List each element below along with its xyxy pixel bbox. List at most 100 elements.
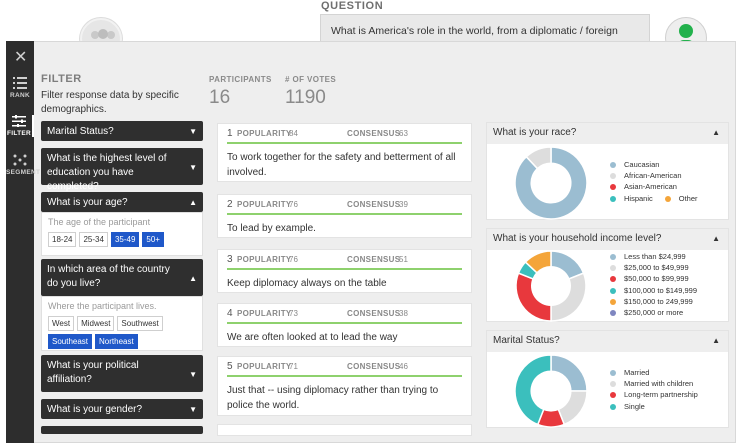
chart-header[interactable]: What is your household income level? ▲: [487, 229, 728, 250]
donut-chart: [514, 354, 588, 428]
section-hint: The age of the participant: [48, 217, 151, 227]
answer-card[interactable]: [217, 424, 472, 436]
rail-label: RANK: [10, 92, 30, 99]
answer-text: We are often looked at to lead the way: [227, 332, 398, 343]
legend-entry: $250,000 or more: [610, 308, 683, 317]
legend-label: Asian-American: [624, 182, 677, 192]
legend-entry: $25,000 to $49,999: [610, 263, 689, 272]
filter-chip[interactable]: West: [48, 316, 75, 331]
rail-item-filter[interactable]: FILTER: [6, 115, 34, 137]
chart-title: What is your household income level?: [493, 233, 662, 244]
donut-slice: [550, 272, 587, 322]
filter-chip[interactable]: 25-34: [79, 232, 108, 247]
list-icon: [13, 77, 27, 89]
filter-section-age[interactable]: What is your age? ▲: [41, 192, 203, 212]
legend-item: $25,000 to $49,999: [610, 263, 709, 274]
question-label: QUESTION: [321, 0, 384, 12]
legend-swatch: [610, 173, 616, 180]
legend-item: Caucasian: [610, 160, 710, 171]
close-icon[interactable]: ✕: [14, 47, 27, 67]
filter-chip[interactable]: Midwest: [77, 316, 115, 331]
legend-item: Married with children: [610, 379, 710, 390]
consensus-value: 46: [399, 362, 408, 371]
legend-entry: Hispanic: [610, 194, 653, 203]
donut-slice: [550, 354, 588, 392]
legend-swatch: [610, 184, 616, 191]
donut-chart: [515, 250, 587, 322]
caret-up-icon: ▲: [189, 198, 197, 207]
legend-entry: $50,000 to $99,999: [610, 274, 689, 283]
popularity-label: POPULARITY: [237, 309, 292, 318]
answer-card[interactable]: 5 POPULARITY 71 CONSENSUS 46 Just that -…: [217, 356, 472, 416]
section-hint: Where the participant lives.: [48, 301, 157, 311]
legend-swatch: [610, 162, 616, 169]
caret-down-icon: ▼: [189, 405, 197, 414]
filter-chip[interactable]: Southeast: [48, 334, 93, 349]
answer-rank: 1: [227, 128, 233, 139]
legend-entry: Married with children: [610, 379, 693, 388]
legend-entry: Long-term partnership: [610, 390, 698, 399]
legend-item: $150,000 to 249,999: [610, 297, 709, 308]
legend-label: Married with children: [624, 379, 694, 389]
legend-swatch: [610, 195, 616, 202]
chart-header[interactable]: Marital Status? ▲: [487, 331, 728, 352]
caret-up-icon: ▲: [712, 336, 720, 345]
consensus-label: CONSENSUS: [347, 362, 401, 371]
chart-card-marital: Marital Status? ▲ Married Married with ch…: [486, 330, 729, 428]
filter-section-marital-status[interactable]: Marital Status? ▼: [41, 121, 203, 141]
filter-section-education[interactable]: What is the highest level of education y…: [41, 148, 203, 192]
legend-label: Caucasian: [624, 160, 660, 169]
consensus-label: CONSENSUS: [347, 255, 401, 264]
legend-item: Hispanic Other: [610, 194, 710, 205]
legend-entry: Other: [664, 194, 698, 203]
caret-down-icon: ▼: [189, 162, 197, 172]
donut-chart: [514, 146, 588, 220]
answer-rank: 5: [227, 361, 233, 372]
consensus-value: 51: [399, 255, 408, 264]
legend-item: Married: [610, 368, 710, 379]
legend-label: $150,000 to 249,999: [624, 296, 693, 306]
filter-section-region[interactable]: In which area of the country do you live…: [41, 259, 203, 296]
legend-item: $100,000 to $149,999: [610, 286, 709, 297]
filter-section-more[interactable]: [41, 426, 203, 434]
caret-down-icon: ▼: [189, 127, 197, 136]
legend-item: African-American: [610, 171, 710, 182]
answer-card[interactable]: 2 POPULARITY 76 CONSENSUS 39 To lead by …: [217, 194, 472, 238]
legend-label: Married: [624, 368, 650, 377]
filter-section-gender[interactable]: What is your gender? ▼: [41, 399, 203, 419]
caret-up-icon: ▲: [712, 128, 720, 137]
votes-count: 1190: [285, 87, 326, 108]
answer-metrics: 4 POPULARITY 73 CONSENSUS 38: [227, 304, 462, 324]
legend-label: African-American: [624, 171, 682, 181]
rail-item-segment[interactable]: SEGMENT: [6, 154, 40, 176]
legend-swatch: [610, 265, 616, 272]
filter-chip[interactable]: Northeast: [95, 334, 138, 349]
legend-entry: $150,000 to 249,999: [610, 297, 693, 306]
chart-card-race: What is your race? ▲ Caucasian African-Am…: [486, 122, 729, 220]
filter-section-political[interactable]: What is your political affiliation? ▼: [41, 355, 203, 392]
consensus-label: CONSENSUS: [347, 200, 401, 209]
caret-up-icon: ▲: [712, 234, 720, 243]
answer-rank: 3: [227, 254, 233, 265]
legend-label: Hispanic: [624, 193, 653, 203]
legend-label: $25,000 to $49,999: [624, 263, 689, 273]
filter-chip[interactable]: 35-49: [110, 232, 140, 247]
legend-label: Long-term partnership: [624, 390, 698, 400]
legend-swatch: [610, 254, 616, 261]
filter-chip[interactable]: Southwest: [117, 316, 163, 331]
chip-group: West Midwest Southwest Southeast Northeast: [48, 316, 196, 352]
answer-card[interactable]: 1 POPULARITY 84 CONSENSUS 63 To work tog…: [217, 123, 472, 182]
answer-rank: 2: [227, 199, 233, 210]
legend-item: Long-term partnership: [610, 390, 710, 401]
answer-card[interactable]: 3 POPULARITY 76 CONSENSUS 51 Keep diplom…: [217, 249, 472, 293]
chart-header[interactable]: What is your race? ▲: [487, 123, 728, 144]
answer-card[interactable]: 4 POPULARITY 73 CONSENSUS 38 We are ofte…: [217, 303, 472, 347]
section-label: What is your age?: [47, 197, 128, 208]
status-indicator: [679, 24, 693, 38]
filter-chip[interactable]: 50+: [142, 232, 164, 247]
chart-legend: Less than $24,999 $25,000 to $49,999 $50,0…: [610, 252, 709, 319]
filter-chip[interactable]: 18-24: [48, 232, 77, 247]
participants-label: PARTICIPANTS: [209, 75, 272, 84]
answer-metrics: 2 POPULARITY 76 CONSENSUS 39: [227, 195, 462, 215]
rail-item-rank[interactable]: RANK: [6, 77, 34, 99]
